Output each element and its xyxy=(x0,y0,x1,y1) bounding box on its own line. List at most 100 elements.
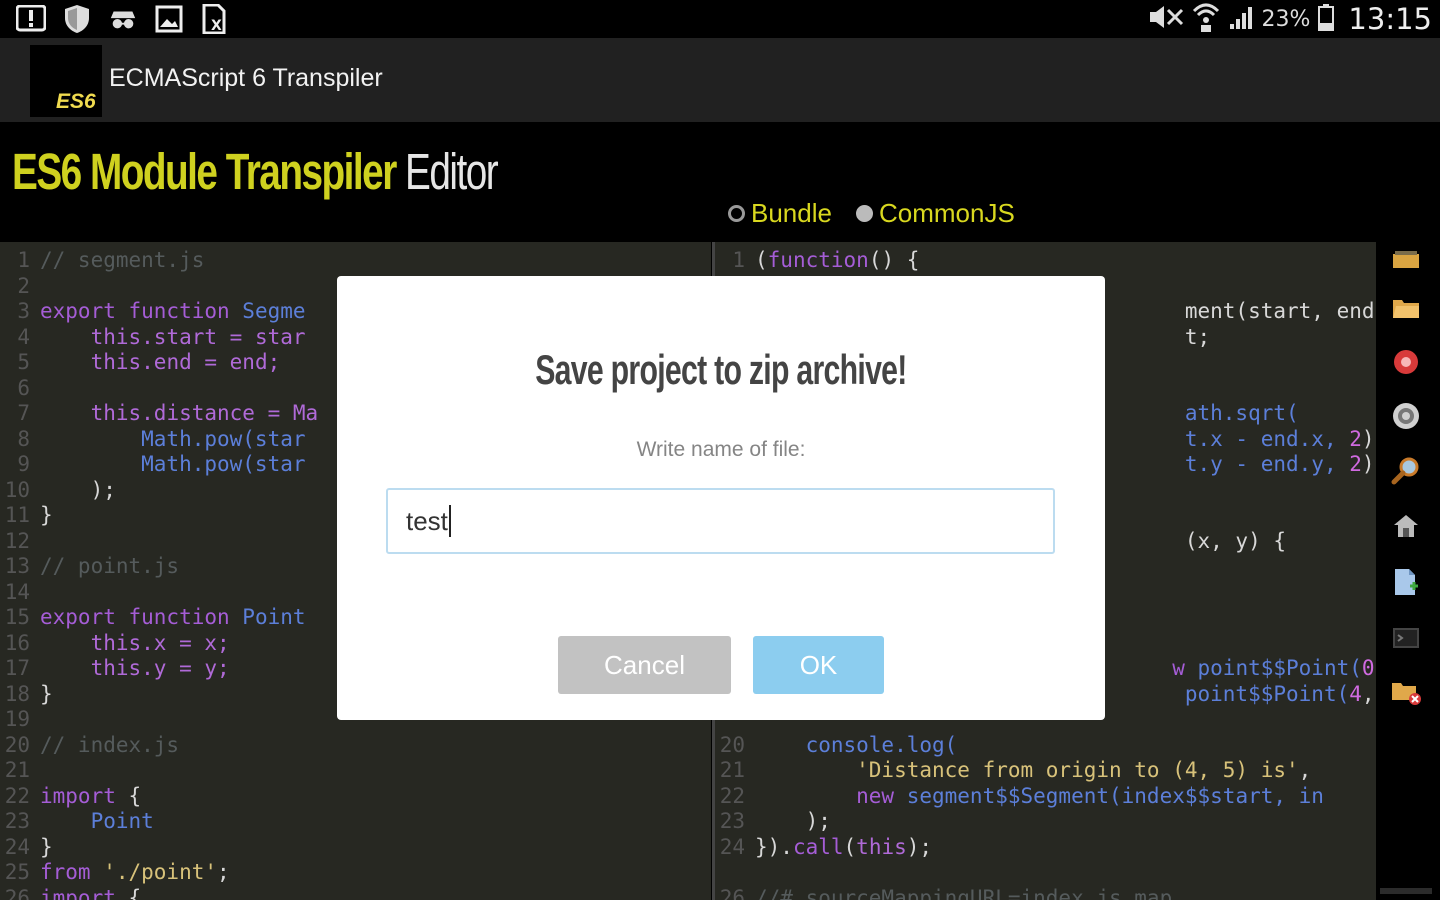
code-line: 24}).call(this); xyxy=(715,834,932,860)
code-token: ) + xyxy=(1361,426,1375,451)
code-token: point$$Point( xyxy=(1197,656,1362,680)
excel-file-icon: X xyxy=(200,4,230,34)
system-indicators: 23% 13:15 xyxy=(1148,0,1432,38)
alert-icon xyxy=(16,4,46,34)
code-token: 2 xyxy=(1349,452,1362,476)
mode-commonjs-label: CommonJS xyxy=(878,198,1015,228)
line-number: 17 xyxy=(4,656,30,680)
page-header: ES6 Module Transpiler Editor Bundle Comm… xyxy=(0,122,1440,242)
filename-label: Write name of file: xyxy=(636,438,806,461)
code-line: 20 console.log( xyxy=(715,732,958,758)
mode-bundle-radio[interactable]: Bundle xyxy=(728,198,832,229)
code-line: 9 Math.pow(star xyxy=(0,451,306,477)
brand-main: ES6 Module Transpiler xyxy=(12,143,397,200)
code-token: this xyxy=(40,656,142,680)
code-token: './point' xyxy=(103,860,218,884)
line-number: 11 xyxy=(4,503,30,527)
code-line: 10 ); xyxy=(0,477,116,503)
code-token: segment$$Segment(index$$start, in xyxy=(906,783,1324,808)
line-number: 24 xyxy=(719,834,745,859)
line-number: 19 xyxy=(4,707,30,731)
open-folder-icon[interactable] xyxy=(1384,290,1428,326)
code-token: } xyxy=(40,834,53,859)
code-token: .x = x; xyxy=(141,630,230,655)
home-icon[interactable] xyxy=(1384,508,1428,544)
code-line: 8 Math.pow(star xyxy=(0,426,306,452)
ok-button[interactable]: OK xyxy=(753,636,884,694)
code-token: this xyxy=(856,834,907,859)
line-number: 18 xyxy=(4,681,30,706)
code-line: 23 ); xyxy=(715,808,831,834)
code-token: export function xyxy=(40,299,243,323)
line-number: 3 xyxy=(17,299,30,323)
radio-selected-icon xyxy=(855,205,873,222)
record-icon[interactable] xyxy=(1384,344,1428,380)
code-line: 24} xyxy=(0,834,53,860)
close-folder-icon[interactable] xyxy=(1384,674,1428,710)
code-token: console.log( xyxy=(755,732,958,757)
code-line: 7 this.distance = Ma xyxy=(0,400,318,426)
code-line: 26 //# sourceMappingURL=index.js.map xyxy=(715,885,1173,900)
code-token: .pow(star xyxy=(191,426,306,451)
code-token: }). xyxy=(755,834,793,859)
dialog-title-text: Save project to zip archive! xyxy=(535,346,907,393)
line-number: 16 xyxy=(4,630,30,655)
mode-commonjs-radio[interactable]: CommonJS xyxy=(855,198,1015,229)
settings-gear-icon[interactable] xyxy=(1384,398,1428,434)
code-token: ); xyxy=(40,477,116,502)
code-token: } xyxy=(40,503,53,527)
save-zip-dialog: Save project to zip archive! Write name … xyxy=(337,276,1105,720)
svg-text:X: X xyxy=(211,18,222,34)
code-line: 4 this.start = star xyxy=(0,324,306,350)
code-token: Segme xyxy=(242,299,306,323)
line-number: 14 xyxy=(4,579,30,604)
code-token: ); xyxy=(755,809,831,833)
search-icon[interactable] xyxy=(1384,452,1428,488)
code-token: { xyxy=(115,783,142,808)
line-number: 2 xyxy=(17,273,30,298)
cancel-button[interactable]: Cancel xyxy=(558,636,731,694)
toolbar-scrollbar[interactable] xyxy=(1380,888,1432,894)
code-token: .pow(star xyxy=(191,452,306,476)
line-number: 6 xyxy=(17,375,30,400)
app-logo-icon[interactable]: ES6 xyxy=(30,45,102,117)
code-line: 23 Point xyxy=(0,808,154,834)
code-token: ) xyxy=(1361,452,1375,476)
clock: 13:15 xyxy=(1348,2,1432,36)
incognito-icon xyxy=(108,4,138,34)
code-token: ); xyxy=(906,834,933,859)
code-token: ( xyxy=(843,834,857,859)
code-line: 2 xyxy=(0,273,40,299)
battery-icon xyxy=(1318,3,1335,35)
code-token: 0 xyxy=(1361,656,1375,680)
new-file-icon[interactable] xyxy=(1384,564,1428,600)
code-token: 4 xyxy=(1349,681,1362,706)
code-token: import xyxy=(40,885,116,900)
dialog-title: Save project to zip archive! xyxy=(337,346,1105,394)
line-number: 20 xyxy=(719,732,745,757)
code-token: // index.js xyxy=(40,732,180,757)
code-line: 16 this.x = x; xyxy=(0,630,230,656)
code-token: call xyxy=(792,834,844,859)
notification-icons: X xyxy=(16,4,230,34)
code-token: Point xyxy=(40,809,154,833)
code-line: 21 'Distance from origin to (4, 5) is', xyxy=(715,757,1312,783)
code-token: this xyxy=(40,350,142,374)
load-project-icon[interactable] xyxy=(1384,242,1428,278)
app-bar: ES6 ECMAScript 6 Transpiler xyxy=(0,38,1440,122)
app-title: ECMAScript 6 Transpiler xyxy=(109,64,383,92)
terminal-icon[interactable] xyxy=(1384,620,1428,656)
line-number: 5 xyxy=(17,350,30,374)
code-token: Math xyxy=(40,452,192,476)
code-token: //# sourceMappingURL=index.js.map xyxy=(755,885,1173,900)
code-line: 13 // point.js xyxy=(0,553,179,579)
battery-percent: 23% xyxy=(1261,6,1311,32)
code-line: 1 // segment.js xyxy=(0,247,204,273)
line-number: 25 xyxy=(4,860,30,884)
line-number: 22 xyxy=(4,783,30,808)
code-token: export function xyxy=(40,605,243,629)
code-line: 19 xyxy=(0,706,40,732)
code-token: Math xyxy=(40,426,192,451)
filename-input[interactable]: test xyxy=(386,488,1055,554)
code-token: .start = star xyxy=(141,324,306,349)
